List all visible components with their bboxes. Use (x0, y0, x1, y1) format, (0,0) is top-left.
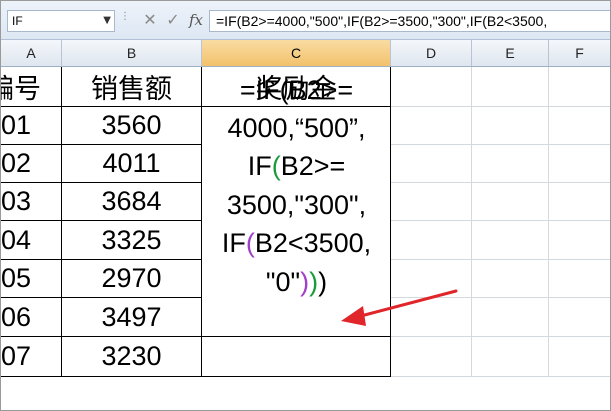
column-header-d[interactable]: D (391, 40, 472, 66)
cell-f7[interactable] (549, 298, 610, 337)
formula-paren-purple: ( (245, 228, 255, 258)
formula-bar: IF ▼ ⋮ ✕ ✓ fx =IF(B2>=4000,"500",IF(B2>=… (1, 1, 610, 40)
cell-b4-text: 3684 (101, 186, 162, 216)
cell-e8[interactable] (472, 337, 549, 377)
cell-d5[interactable] (391, 221, 472, 260)
cell-a4-text: 03 (1, 186, 32, 216)
cell-a8[interactable]: 07 (1, 337, 62, 377)
cell-b7-text: 3497 (101, 301, 162, 332)
column-header-b[interactable]: B (62, 40, 202, 66)
cell-b8-text: 3230 (101, 341, 162, 371)
column-headers: A B C D E F (1, 40, 610, 67)
cell-b1[interactable]: 销售额 (62, 67, 202, 107)
formula-close-paren-black: ) (318, 267, 328, 297)
formula-paren-green: ( (271, 151, 281, 181)
cell-a5-text: 04 (1, 224, 32, 255)
cell-d8[interactable] (391, 337, 472, 377)
cell-a6-text: 05 (1, 263, 32, 293)
cell-f4[interactable] (549, 183, 610, 221)
cell-d2[interactable] (391, 107, 472, 145)
spreadsheet-window: IF ▼ ⋮ ✕ ✓ fx =IF(B2>=4000,"500",IF(B2>=… (0, 0, 611, 411)
cell-b2[interactable]: 3560 (62, 107, 202, 145)
cell-a7[interactable]: 06 (1, 298, 62, 337)
cell-b5-text: 3325 (101, 224, 162, 255)
column-header-f[interactable]: F (549, 40, 610, 66)
cell-c1-text: 奖励金 (255, 74, 337, 104)
name-box-value: IF (12, 14, 23, 28)
formula-line-6-text: "0" (265, 267, 301, 297)
formula-text: =IF(B2>=4000,"500",IF(B2>=3500,"300",IF(… (216, 13, 548, 29)
cell-b7[interactable]: 3497 (62, 298, 202, 337)
cell-f1[interactable] (549, 67, 610, 107)
cell-a2-text: 01 (1, 110, 32, 140)
cell-b2-text: 3560 (101, 110, 162, 140)
formula-line-3: IF(B2>= (202, 147, 391, 185)
chevron-down-icon[interactable]: ▼ (103, 15, 111, 26)
cell-f5[interactable] (549, 221, 610, 260)
cell-a6[interactable]: 05 (1, 260, 62, 298)
cell-a3[interactable]: 02 (1, 145, 62, 183)
formula-line-5-rest: B2<3500, (254, 228, 372, 258)
formula-line-2: 4000,“500”, (227, 113, 366, 143)
cell-a1-text: 编号 (1, 74, 41, 104)
cell-e4[interactable] (472, 183, 549, 221)
cell-e3[interactable] (472, 145, 549, 183)
cell-e2[interactable] (472, 107, 549, 145)
cell-a7-text: 06 (1, 301, 32, 332)
cell-a4[interactable]: 03 (1, 183, 62, 221)
formula-close-paren-purple: ) (300, 267, 310, 297)
cell-f6[interactable] (549, 260, 610, 298)
cell-d4[interactable] (391, 183, 472, 221)
cell-b8[interactable]: 3230 (62, 337, 202, 377)
formula-line-4: 3500,"300", (226, 190, 367, 220)
cell-b1-text: 销售额 (91, 74, 172, 104)
cell-a2[interactable]: 01 (1, 107, 62, 145)
cell-f2[interactable] (549, 107, 610, 145)
cell-b4[interactable]: 3684 (62, 183, 202, 221)
cell-grid: 编号 销售额 奖励金 01 3560 02 4011 03 3684 04 33… (1, 67, 610, 410)
enter-icon[interactable]: ✓ (163, 10, 183, 30)
formula-line-6: "0"))) (202, 263, 391, 301)
cell-a1[interactable]: 编号 (1, 67, 62, 107)
formula-line-3-if: IF (247, 151, 272, 181)
cell-e1[interactable] (472, 67, 549, 107)
column-header-a[interactable]: A (1, 40, 62, 66)
insert-function-icon[interactable]: fx (186, 10, 206, 30)
cell-e5[interactable] (472, 221, 549, 260)
cell-c1[interactable]: 奖励金 (202, 67, 391, 107)
cell-d6[interactable] (391, 260, 472, 298)
cell-d1[interactable] (391, 67, 472, 107)
formula-line-5-if: IF (221, 228, 246, 258)
name-box[interactable]: IF ▼ (7, 10, 115, 32)
formula-line-3-rest: B2>= (280, 151, 346, 181)
formula-close-paren-green: ) (309, 267, 319, 297)
cell-c8[interactable] (202, 337, 391, 377)
column-header-c[interactable]: C (202, 40, 391, 66)
cell-b6-text: 2970 (101, 263, 162, 293)
column-header-e[interactable]: E (472, 40, 549, 66)
cell-a5[interactable]: 04 (1, 221, 62, 260)
formula-input[interactable]: =IF(B2>=4000,"500",IF(B2>=3500,"300",IF(… (209, 10, 610, 32)
cell-a8-text: 07 (1, 341, 32, 371)
cell-b6[interactable]: 2970 (62, 260, 202, 298)
cell-f3[interactable] (549, 145, 610, 183)
cell-f8[interactable] (549, 337, 610, 377)
cancel-icon[interactable]: ✕ (140, 10, 160, 30)
cell-e7[interactable] (472, 298, 549, 337)
cell-b3[interactable]: 4011 (62, 145, 202, 183)
cell-b3-text: 4011 (102, 148, 161, 178)
splitter-handle-icon[interactable]: ⋮ (120, 12, 130, 27)
cell-c2-editing[interactable]: =IF(B2>= 4000,“500”, IF(B2>= 3500,"300",… (202, 67, 391, 337)
cell-b5[interactable]: 3325 (62, 221, 202, 260)
cell-d3[interactable] (391, 145, 472, 183)
cell-d7[interactable] (391, 298, 472, 337)
cell-a3-text: 02 (1, 148, 32, 178)
formula-line-5: IF(B2<3500, (202, 224, 391, 262)
cell-e6[interactable] (472, 260, 549, 298)
